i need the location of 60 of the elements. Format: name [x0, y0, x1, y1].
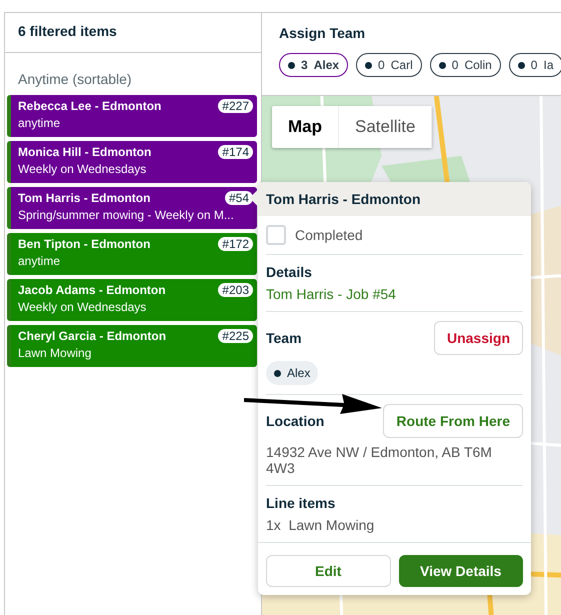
- job-item[interactable]: Jacob Adams - Edmonton #203 Weekly on Wednesdays: [7, 279, 257, 321]
- chip-count: 3: [301, 58, 308, 72]
- job-number: #225: [218, 329, 253, 343]
- section-heading: Location: [266, 413, 324, 429]
- dot-icon: [438, 62, 446, 68]
- chip-name: Carl: [390, 58, 413, 72]
- team-chip[interactable]: 0 Colin: [430, 53, 501, 77]
- job-schedule: Lawn Mowing: [18, 346, 92, 360]
- job-number: #172: [218, 237, 253, 251]
- line-item: 1x Lawn Mowing: [266, 517, 376, 533]
- job-title: Monica Hill - Edmonton: [18, 145, 152, 159]
- section-heading: Team: [266, 330, 302, 346]
- checkbox[interactable]: [266, 225, 286, 245]
- job-item[interactable]: Cheryl Garcia - Edmonton #225 Lawn Mowing: [7, 325, 257, 367]
- section-title: Assign Team: [279, 25, 366, 41]
- job-schedule: Weekly on Wednesdays: [18, 162, 148, 176]
- map-type-tab[interactable]: Satellite: [339, 106, 432, 148]
- dot-icon: [288, 62, 295, 68]
- unassign-button[interactable]: Unassign: [434, 321, 523, 355]
- popup-title: Tom Harris - Edmonton: [266, 191, 421, 207]
- dot-icon: [365, 62, 372, 68]
- job-schedule: Spring/summer mowing - Weekly on M...: [18, 208, 235, 222]
- job-schedule: anytime: [18, 254, 62, 268]
- section-heading: Line items: [266, 495, 336, 511]
- job-schedule: anytime: [18, 116, 62, 130]
- job-title: Rebecca Lee - Edmonton: [18, 99, 162, 113]
- job-title: Jacob Adams - Edmonton: [18, 283, 166, 297]
- job-number: #203: [218, 283, 253, 297]
- group-label: Anytime (sortable): [17, 70, 133, 89]
- section-heading: Details: [266, 264, 313, 280]
- chip-count: 0: [378, 58, 385, 72]
- job-schedule: Weekly on Wednesdays: [18, 300, 148, 314]
- team-chip[interactable]: 0 Carl: [356, 53, 422, 77]
- team-member-tag: Alex: [266, 361, 318, 385]
- team-chip[interactable]: 0 Ia: [508, 53, 561, 77]
- job-title: Ben Tipton - Edmonton: [18, 237, 150, 251]
- job-number: #174: [218, 145, 253, 159]
- team-chip[interactable]: 3 Alex: [279, 53, 348, 77]
- job-title: Tom Harris - Edmonton: [18, 191, 150, 205]
- map-type-tab[interactable]: Map: [272, 106, 339, 148]
- job-title: Cheryl Garcia - Edmonton: [18, 329, 166, 343]
- dot-icon: [518, 62, 525, 68]
- chip-count: 0: [530, 58, 538, 72]
- view-details-button[interactable]: View Details: [398, 555, 523, 587]
- chip-count: 0: [452, 58, 458, 72]
- address: 14932 Ave NW / Edmonton, AB T6M 4W3: [266, 444, 493, 476]
- chip-name: Ia: [543, 58, 554, 72]
- chip-name: Alex: [314, 58, 340, 72]
- edit-button[interactable]: Edit: [266, 555, 390, 587]
- job-item[interactable]: Tom Harris - Edmonton #54 Spring/summer mowing - Weekly on M...: [7, 187, 257, 229]
- panel-title: 6 filtered items: [5, 13, 261, 53]
- job-number: #227: [218, 99, 253, 113]
- job-item[interactable]: Ben Tipton - Edmonton #172 anytime: [7, 233, 257, 275]
- job-link[interactable]: Tom Harris - Job #54: [266, 286, 396, 302]
- job-item[interactable]: Monica Hill - Edmonton #174 Weekly on Wednesdays: [7, 141, 257, 183]
- checkbox-label: Completed: [295, 227, 363, 243]
- route-button[interactable]: Route From Here: [383, 404, 523, 438]
- chip-name: Colin: [464, 58, 492, 72]
- job-item[interactable]: Rebecca Lee - Edmonton #227 anytime: [7, 95, 257, 137]
- job-number: #54: [224, 191, 253, 205]
